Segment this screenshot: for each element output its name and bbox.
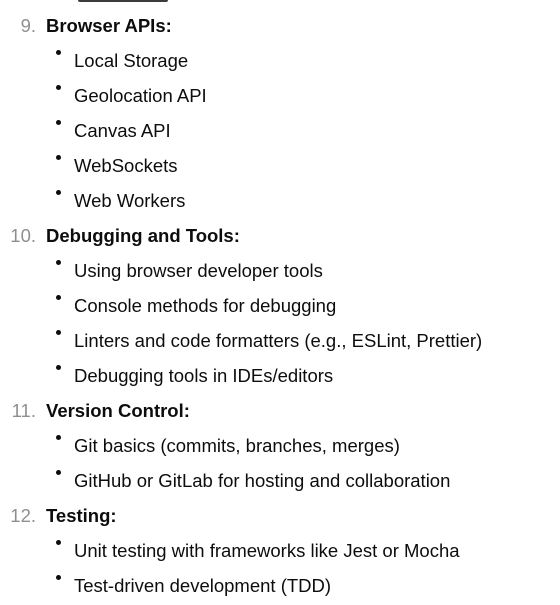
list-item: Debugging tools in IDEs/editors [0, 358, 560, 393]
list-item-text: WebSockets [74, 154, 178, 176]
bullet-icon [56, 575, 61, 580]
list-item-text: Geolocation API [74, 84, 207, 106]
section-title: Debugging and Tools: [46, 224, 240, 246]
section-heading: 10. Debugging and Tools: [0, 218, 560, 253]
list-section: 10. Debugging and Tools: Using browser d… [0, 218, 560, 393]
section-title: Testing: [46, 504, 117, 526]
bullet-icon [56, 85, 61, 90]
list-number: 12. [10, 504, 36, 526]
list-item: Geolocation API [0, 78, 560, 113]
list-item: Unit testing with frameworks like Jest o… [0, 533, 560, 568]
list-section: 12. Testing: Unit testing with framework… [0, 498, 560, 603]
document-body: 9. Browser APIs: Local Storage Geolocati… [0, 8, 560, 603]
bullet-icon [56, 120, 61, 125]
list-item: Using browser developer tools [0, 253, 560, 288]
list-item: GitHub or GitLab for hosting and collabo… [0, 463, 560, 498]
list-item: Console methods for debugging [0, 288, 560, 323]
bullet-icon [56, 190, 61, 195]
bullet-icon [56, 540, 61, 545]
list-item: Web Workers [0, 183, 560, 218]
list-item: Git basics (commits, branches, merges) [0, 428, 560, 463]
bullet-icon [56, 50, 61, 55]
list-item: Local Storage [0, 43, 560, 78]
list-item-text: Local Storage [74, 49, 189, 71]
list-item-text: Canvas API [74, 119, 171, 141]
list-item-text: Console methods for debugging [74, 294, 337, 316]
list-number: 11. [11, 399, 36, 421]
bullet-icon [56, 330, 61, 335]
bullet-icon [56, 470, 61, 475]
list-item: Canvas API [0, 113, 560, 148]
list-item-text: Using browser developer tools [74, 259, 323, 281]
list-item: WebSockets [0, 148, 560, 183]
list-item-text: Git basics (commits, branches, merges) [74, 434, 400, 456]
section-title: Version Control: [46, 399, 190, 421]
list-item-text: Test-driven development (TDD) [74, 574, 332, 596]
list-item: Linters and code formatters (e.g., ESLin… [0, 323, 560, 358]
list-item-text: Web Workers [74, 189, 186, 211]
list-number: 10. [10, 224, 36, 246]
bullet-icon [56, 155, 61, 160]
bullet-icon [56, 435, 61, 440]
section-heading: 11. Version Control: [0, 393, 560, 428]
list-item: Test-driven development (TDD) [0, 568, 560, 603]
list-item-text: GitHub or GitLab for hosting and collabo… [74, 469, 451, 491]
bullet-icon [56, 365, 61, 370]
list-item-text: Unit testing with frameworks like Jest o… [74, 539, 460, 561]
section-heading: 12. Testing: [0, 498, 560, 533]
cropped-previous-line [78, 0, 168, 2]
list-section: 9. Browser APIs: Local Storage Geolocati… [0, 8, 560, 218]
list-item-text: Debugging tools in IDEs/editors [74, 364, 334, 386]
section-heading: 9. Browser APIs: [0, 8, 560, 43]
list-section: 11. Version Control: Git basics (commits… [0, 393, 560, 498]
list-number: 9. [20, 14, 36, 36]
bullet-icon [56, 260, 61, 265]
section-title: Browser APIs: [46, 14, 172, 36]
list-item-text: Linters and code formatters (e.g., ESLin… [74, 329, 483, 351]
bullet-icon [56, 295, 61, 300]
